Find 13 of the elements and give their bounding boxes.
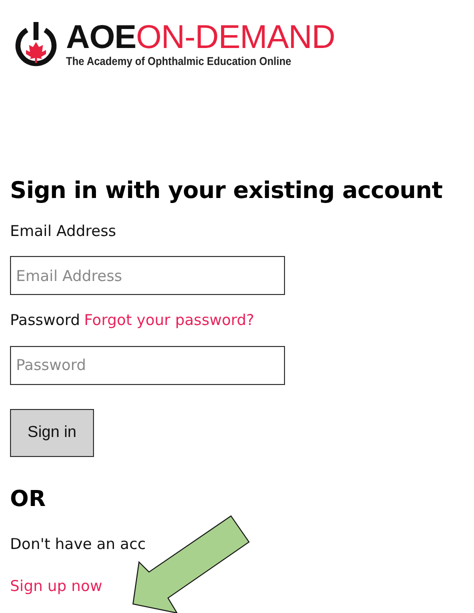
email-field[interactable]: Email Address <box>10 256 285 296</box>
sign-in-button[interactable]: Sign in <box>10 408 94 457</box>
page-heading: Sign in with your existing account <box>10 178 444 206</box>
or-heading: OR <box>10 486 47 513</box>
forgot-password-link[interactable]: Forgot your password? <box>84 309 254 332</box>
field-label: Email Address <box>10 220 118 242</box>
brand-name: AOE <box>66 20 136 54</box>
no-account-text: Don't have an acc <box>10 534 147 555</box>
sign-up-link[interactable]: Sign up now <box>10 575 102 598</box>
logo-tagline: The Academy of Ophthalmic Education Online <box>66 55 292 70</box>
field-label: Password <box>10 310 80 332</box>
password-field[interactable]: Password <box>10 346 285 385</box>
brand-name: ON-DEMAND <box>136 20 336 54</box>
